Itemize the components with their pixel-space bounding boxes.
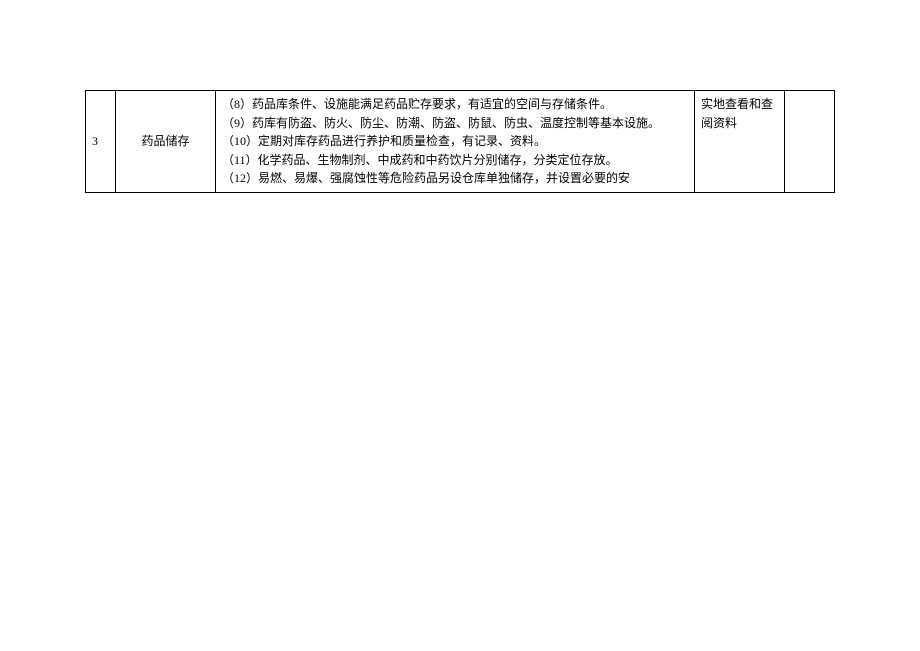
content-line: （11）化学药品、生物制剂、中成药和中药饮片分别储存，分类定位存放。: [222, 151, 688, 170]
row-check-method: 实地查看和查阅资料: [695, 91, 785, 193]
document-table: 3 药品储存 （8）药品库条件、设施能满足药品贮存要求，有适宜的空间与存储条件。…: [85, 90, 835, 193]
content-line: （9）药库有防盗、防火、防尘、防潮、防盗、防鼠、防虫、温度控制等基本设施。: [222, 114, 688, 133]
row-category: 药品储存: [116, 91, 216, 193]
row-content: （8）药品库条件、设施能满足药品贮存要求，有适宜的空间与存储条件。 （9）药库有…: [216, 91, 695, 193]
row-number: 3: [86, 91, 116, 193]
row-remark: [785, 91, 835, 193]
table-row: 3 药品储存 （8）药品库条件、设施能满足药品贮存要求，有适宜的空间与存储条件。…: [86, 91, 835, 193]
content-line: （10）定期对库存药品进行养护和质量检查，有记录、资料。: [222, 132, 688, 151]
content-line: （8）药品库条件、设施能满足药品贮存要求，有适宜的空间与存储条件。: [222, 95, 688, 114]
content-line: （12）易燃、易爆、强腐蚀性等危险药品另设仓库单独储存，并设置必要的安: [222, 169, 688, 188]
